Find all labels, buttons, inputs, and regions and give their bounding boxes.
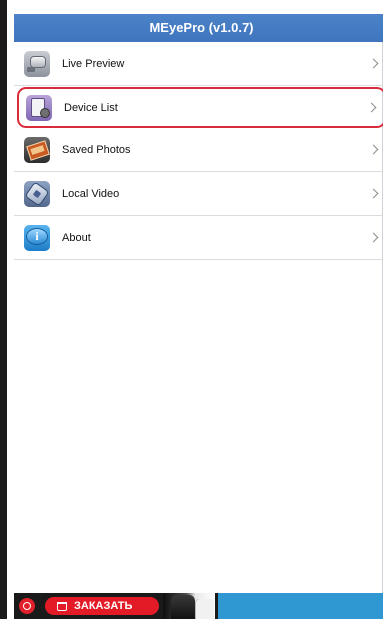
ad-banner[interactable]: ЗАКАЗАТЬ: [14, 593, 383, 619]
info-icon: [24, 224, 50, 251]
menu-item-label: Device List: [64, 101, 118, 114]
camera-icon: [24, 50, 50, 77]
menu-item-live-preview[interactable]: Live Preview: [14, 42, 383, 86]
chevron-right-icon: [368, 58, 379, 68]
chevron-right-icon: [368, 188, 379, 198]
ad-banner-left: ЗАКАЗАТЬ: [14, 593, 218, 619]
ad-order-label: ЗАКАЗАТЬ: [74, 600, 133, 612]
menu-item-device-list[interactable]: Device List: [17, 87, 383, 128]
ad-logo-icon: [19, 598, 35, 614]
menu-item-about[interactable]: About: [14, 216, 383, 260]
photos-icon: [24, 136, 50, 163]
menu-item-label: Live Preview: [62, 57, 125, 70]
device-list-icon: [26, 94, 52, 121]
menu-item-label: Local Video: [62, 187, 120, 200]
chevron-right-icon: [368, 144, 379, 154]
top-strip: [14, 0, 383, 14]
video-reel-icon: [24, 180, 50, 207]
cart-icon: [57, 601, 67, 611]
app-window: MEyePro (v1.0.7) Live Preview Device Lis…: [0, 0, 383, 619]
menu-item-saved-photos[interactable]: Saved Photos: [14, 128, 383, 172]
main-menu: Live Preview Device List Saved Photos Lo…: [14, 42, 383, 260]
menu-item-label: About: [62, 231, 91, 244]
chevron-right-icon: [368, 232, 379, 242]
ad-order-button[interactable]: ЗАКАЗАТЬ: [45, 597, 159, 615]
chevron-right-icon: [366, 102, 377, 112]
app-title-bar: MEyePro (v1.0.7): [14, 14, 383, 42]
app-title: MEyePro (v1.0.7): [149, 20, 254, 35]
menu-item-local-video[interactable]: Local Video: [14, 172, 383, 216]
menu-item-label: Saved Photos: [62, 143, 131, 156]
ad-product-image: [163, 593, 215, 619]
